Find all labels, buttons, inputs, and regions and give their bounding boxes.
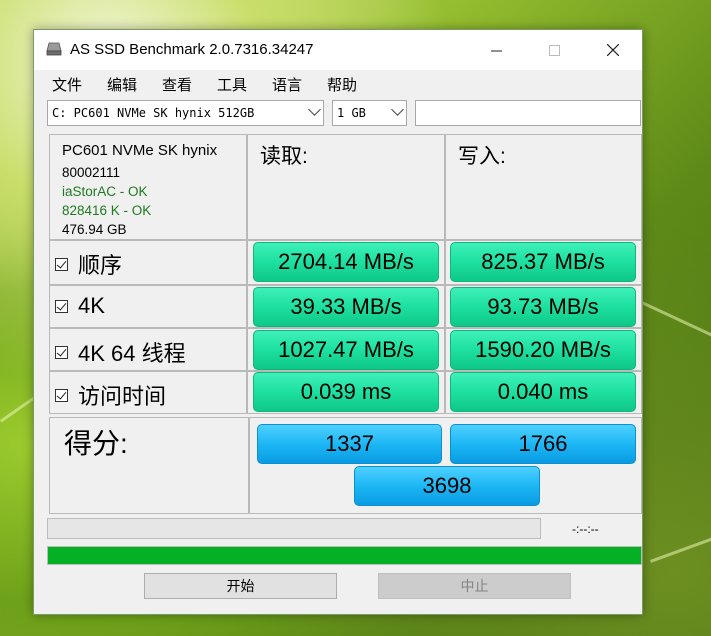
- leaf-vein: [650, 536, 711, 563]
- maximize-button[interactable]: [531, 30, 577, 70]
- drive-firmware: 80002111: [62, 165, 121, 180]
- read-score: 1337: [257, 424, 442, 464]
- menu-help[interactable]: 帮助: [327, 74, 357, 95]
- drive-model: PC601 NVMe SK hynix: [62, 142, 218, 159]
- menu-tools[interactable]: 工具: [217, 74, 247, 95]
- seq-read-result: 2704.14 MB/s: [253, 242, 439, 282]
- checkbox-checked-icon: [55, 388, 68, 402]
- access-write-result: 0.040 ms: [450, 372, 636, 412]
- driver-status: iaStorAC - OK: [62, 184, 148, 199]
- app-window: AS SSD Benchmark 2.0.7316.34247 文件 编辑 查看…: [33, 29, 643, 615]
- access-read-result: 0.039 ms: [253, 372, 439, 412]
- 4k-read-result: 39.33 MB/s: [253, 287, 439, 327]
- score-label: 得分:: [64, 428, 128, 459]
- test-access-checkbox[interactable]: 访问时间: [55, 379, 166, 411]
- drive-capacity: 476.94 GB: [62, 222, 127, 237]
- size-select[interactable]: 1 GB: [332, 100, 407, 126]
- checkbox-checked-icon: [55, 345, 68, 359]
- menu-bar: 文件 编辑 查看 工具 语言 帮助: [34, 70, 642, 96]
- minimize-button[interactable]: [473, 30, 519, 70]
- test-progress-bar: [47, 518, 541, 539]
- menu-edit[interactable]: 编辑: [107, 74, 137, 95]
- checkbox-checked-icon: [55, 257, 68, 271]
- title-bar[interactable]: AS SSD Benchmark 2.0.7316.34247: [34, 30, 642, 70]
- total-score: 3698: [354, 466, 540, 506]
- menu-file[interactable]: 文件: [52, 74, 82, 95]
- 4k64-write-result: 1590.20 MB/s: [450, 330, 636, 370]
- leaf-vein: [638, 300, 711, 337]
- close-button[interactable]: [590, 30, 636, 70]
- 4k64-read-result: 1027.47 MB/s: [253, 330, 439, 370]
- size-select-value: 1 GB: [337, 106, 366, 120]
- stop-button[interactable]: 中止: [378, 573, 571, 599]
- elapsed-time: -:--:--: [572, 522, 599, 536]
- test-4k-checkbox[interactable]: 4K: [55, 293, 105, 319]
- minimize-icon: [490, 50, 502, 51]
- window-title: AS SSD Benchmark 2.0.7316.34247: [70, 41, 314, 58]
- test-4k64-checkbox[interactable]: 4K 64 线程: [55, 336, 186, 368]
- menu-view[interactable]: 查看: [162, 74, 192, 95]
- write-header: 写入:: [458, 145, 506, 168]
- write-score: 1766: [450, 424, 636, 464]
- 4k-write-result: 93.73 MB/s: [450, 287, 636, 327]
- row-label-4k: 4K: [78, 293, 105, 318]
- read-header: 读取:: [260, 145, 308, 168]
- row-label-seq: 顺序: [78, 253, 123, 278]
- start-button[interactable]: 开始: [144, 573, 337, 599]
- overall-progress-fill: [48, 547, 641, 564]
- row-label-access: 访问时间: [78, 384, 167, 409]
- drive-select-value: C: PC601 NVMe SK hynix 512GB: [52, 106, 255, 120]
- drive-select[interactable]: C: PC601 NVMe SK hynix 512GB: [47, 100, 324, 126]
- drive-icon: [46, 42, 62, 56]
- checkbox-checked-icon: [55, 299, 68, 313]
- chevron-down-icon: [391, 103, 404, 116]
- chevron-down-icon: [308, 103, 321, 116]
- output-textbox[interactable]: [415, 100, 641, 126]
- test-seq-checkbox[interactable]: 顺序: [55, 248, 122, 280]
- alignment-status: 828416 K - OK: [62, 203, 152, 218]
- row-label-4k64: 4K 64 线程: [78, 341, 186, 366]
- menu-language[interactable]: 语言: [272, 74, 302, 95]
- maximize-icon: [548, 44, 560, 56]
- close-icon: [607, 44, 619, 56]
- overall-progress-bar: [47, 546, 642, 565]
- seq-write-result: 825.37 MB/s: [450, 242, 636, 282]
